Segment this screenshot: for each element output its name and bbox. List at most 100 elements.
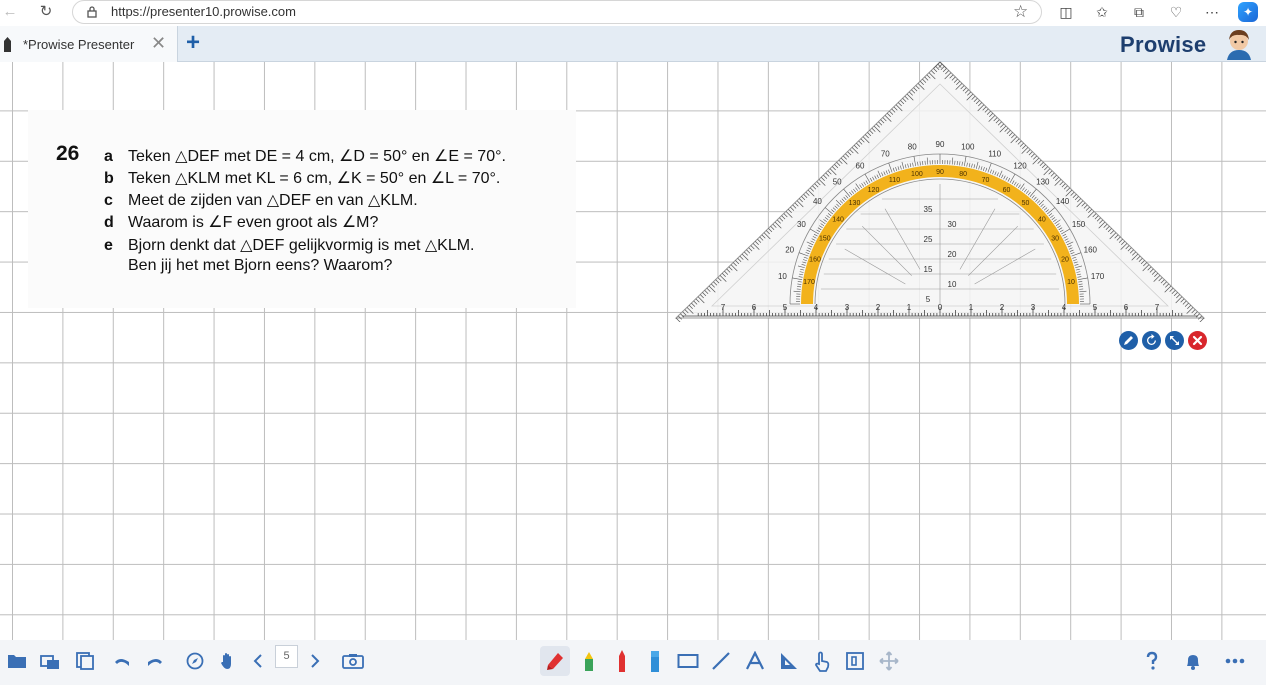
svg-text:140: 140 (832, 217, 844, 224)
hand-icon (221, 653, 231, 669)
next-page-button[interactable] (300, 646, 330, 676)
exercise-number: 26 (56, 142, 80, 165)
svg-text:140: 140 (1056, 197, 1070, 206)
pages-icon (76, 652, 94, 670)
svg-text:30: 30 (1051, 236, 1059, 243)
exercise-item: d Waarom is ∠F even groot als ∠M? (104, 212, 378, 232)
help-button[interactable] (1137, 646, 1167, 676)
rectangle-tool-button[interactable] (673, 646, 703, 676)
tab-label: *Prowise Presenter (23, 37, 135, 52)
collections-icon[interactable]: ⧉ (1129, 2, 1149, 22)
svg-text:50: 50 (1022, 200, 1030, 207)
svg-text:2: 2 (1000, 303, 1005, 312)
browser-essentials-icon[interactable]: ♡ (1166, 2, 1186, 22)
geo-resize-button[interactable] (1165, 331, 1184, 350)
svg-text:5: 5 (783, 303, 788, 312)
more-options-button[interactable] (1220, 646, 1250, 676)
svg-text:30: 30 (797, 220, 806, 229)
page-overview-button[interactable] (69, 646, 99, 676)
svg-text:10: 10 (948, 280, 957, 289)
screenshot-button[interactable] (338, 646, 368, 676)
item-text: Bjorn denkt dat △DEF gelijkvormig is met… (128, 237, 475, 254)
geo-edit-button[interactable] (1119, 331, 1138, 350)
touch-tool-button[interactable] (807, 646, 837, 676)
address-bar[interactable]: https://presenter10.prowise.com ☆ (72, 0, 1042, 24)
item-text: Teken △KLM met KL = 6 cm, ∠K = 50° en ∠L… (128, 170, 501, 187)
previous-page-button[interactable] (243, 646, 273, 676)
exercise-item: b Teken △KLM met KL = 6 cm, ∠K = 50° en ∠… (104, 168, 500, 188)
svg-text:40: 40 (813, 197, 822, 206)
marker-tool-button[interactable] (607, 646, 637, 676)
svg-text:60: 60 (856, 161, 865, 170)
svg-text:80: 80 (908, 142, 917, 151)
svg-text:110: 110 (889, 177, 900, 184)
notifications-button[interactable] (1178, 646, 1208, 676)
item-letter: a (104, 148, 113, 165)
pen-tool-button[interactable] (540, 646, 570, 676)
pan-hand-button[interactable] (213, 646, 243, 676)
touch-icon (815, 651, 830, 672)
eraser-tool-button[interactable] (640, 646, 670, 676)
item-text: Waarom is ∠F even groot als ∠M? (128, 214, 379, 231)
app-tabbar: *Prowise Presenter ✕ + Prowise (0, 26, 1266, 62)
copilot-icon[interactable]: ✦ (1238, 2, 1258, 22)
svg-text:1: 1 (969, 303, 974, 312)
page-number-field[interactable]: 5 (275, 645, 298, 668)
redo-icon (148, 659, 162, 666)
tab-prowise-presenter[interactable]: *Prowise Presenter ✕ (0, 26, 178, 62)
svg-text:20: 20 (948, 250, 957, 259)
open-file-button[interactable] (2, 646, 32, 676)
svg-text:6: 6 (752, 303, 757, 312)
svg-text:150: 150 (1072, 220, 1086, 229)
svg-text:170: 170 (803, 279, 815, 286)
favorite-star-icon[interactable]: ☆ (1013, 2, 1028, 22)
back-icon[interactable]: ← (0, 2, 20, 22)
exercise-card[interactable]: 26 a Teken △DEF met DE = 4 cm, ∠D = 50° e… (28, 110, 576, 308)
svg-text:10: 10 (1067, 279, 1075, 286)
marker-icon (619, 650, 625, 672)
move-tool-button[interactable] (874, 646, 904, 676)
chevron-left-icon (253, 654, 262, 668)
item-text: Ben jij het met Bjorn eens? Waarom? (128, 257, 393, 274)
geodriehoek-tool[interactable]: 1017020160301504014050130601207011080100… (672, 60, 1210, 322)
text-tool-button[interactable] (740, 646, 770, 676)
question-icon (1146, 651, 1158, 670)
redo-button[interactable] (140, 646, 170, 676)
geo-rotate-button[interactable] (1142, 331, 1161, 350)
svg-text:10: 10 (778, 272, 787, 281)
navigation-button[interactable] (180, 646, 210, 676)
svg-text:15: 15 (924, 265, 933, 274)
favorites-icon[interactable]: ✩ (1092, 2, 1112, 22)
svg-text:130: 130 (849, 200, 861, 207)
camera-icon (342, 654, 364, 669)
rotate-icon (1147, 334, 1156, 345)
add-tab-button[interactable]: + (186, 31, 200, 55)
svg-text:20: 20 (785, 245, 794, 254)
svg-text:170: 170 (1091, 272, 1105, 281)
pencil-icon (1124, 336, 1133, 345)
undo-button[interactable] (107, 646, 137, 676)
text-a-icon (746, 651, 764, 670)
item-text: Teken △DEF met DE = 4 cm, ∠D = 50° en ∠E… (128, 148, 506, 165)
reload-icon[interactable]: ↻ (36, 2, 56, 22)
geodriehoek-tool-button[interactable] (774, 646, 804, 676)
line-tool-button[interactable] (706, 646, 736, 676)
spotlight-tool-button[interactable] (840, 646, 870, 676)
avatar[interactable] (1224, 28, 1254, 60)
chevron-right-icon (311, 654, 320, 668)
svg-text:4: 4 (814, 303, 819, 312)
line-icon (712, 652, 730, 670)
svg-text:120: 120 (868, 187, 880, 194)
highlighter-tool-button[interactable] (574, 646, 604, 676)
exercise-item: Ben jij het met Bjorn eens? Waarom? (104, 257, 392, 275)
more-menu-icon[interactable]: ⋯ (1202, 2, 1222, 22)
close-tab-icon[interactable]: ✕ (151, 34, 166, 52)
svg-text:50: 50 (833, 177, 842, 186)
insert-media-button[interactable] (35, 646, 65, 676)
geo-close-button[interactable] (1188, 331, 1207, 350)
svg-text:30: 30 (948, 220, 957, 229)
split-screen-icon[interactable]: ◫ (1056, 2, 1076, 22)
svg-text:20: 20 (1061, 257, 1069, 264)
svg-text:35: 35 (924, 205, 933, 214)
browser-toolbar: ← ↻ https://presenter10.prowise.com ☆ ◫ … (0, 0, 1266, 24)
